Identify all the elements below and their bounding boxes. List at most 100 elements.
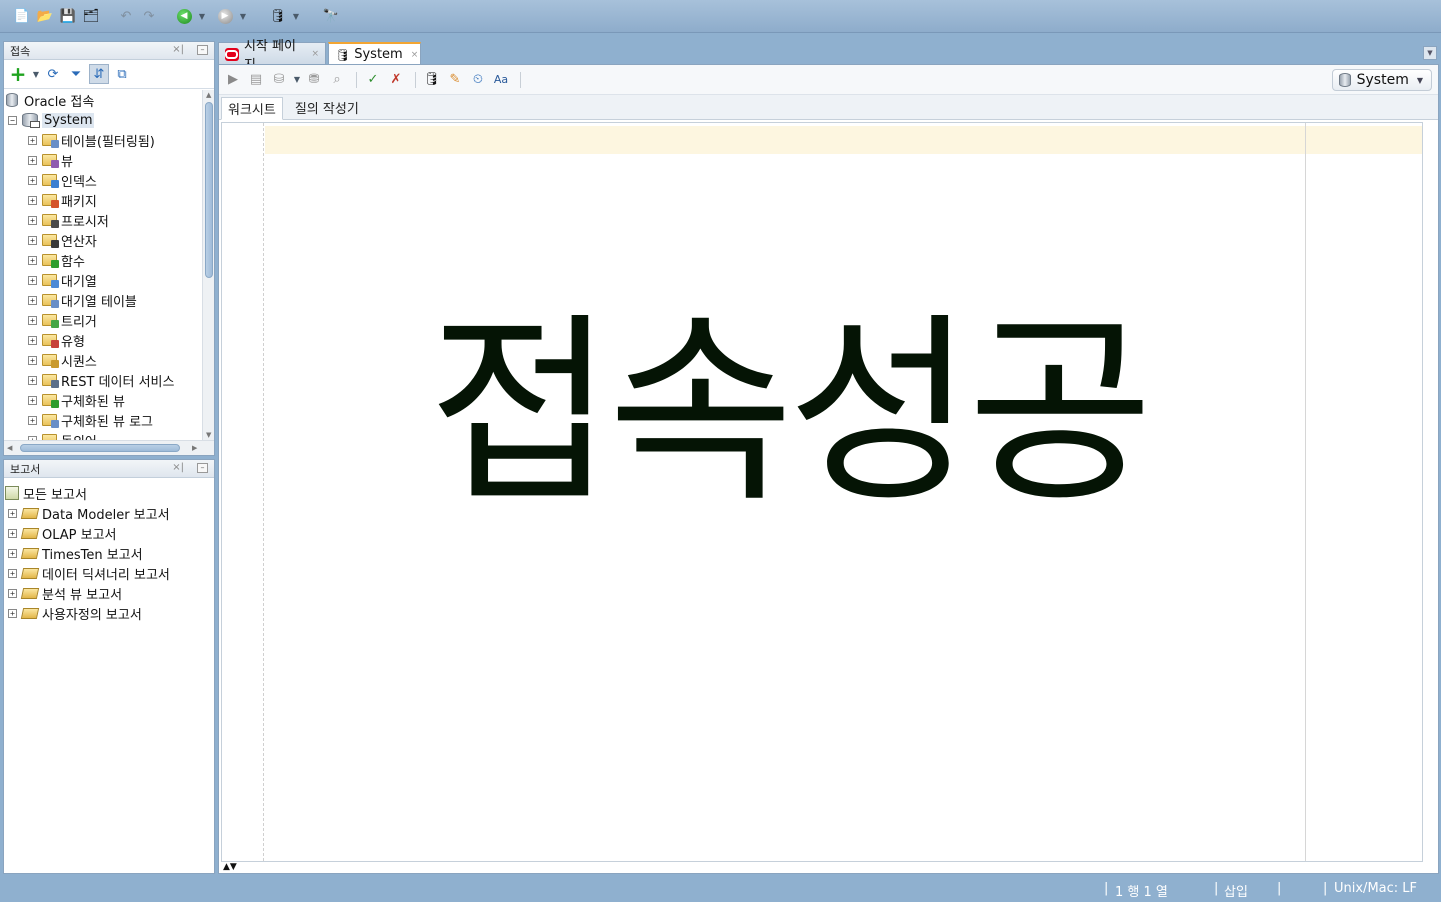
scrollbar-thumb[interactable] [205, 102, 213, 278]
close-icon[interactable]: ×| [172, 462, 184, 473]
sql-worksheet-dropdown-icon[interactable]: ▼ [291, 6, 301, 26]
expand-icon[interactable]: + [8, 588, 17, 598]
expand-icon[interactable]: + [8, 608, 17, 618]
run-script-icon[interactable]: ▤ [246, 70, 266, 90]
history-icon[interactable]: ⏲ [468, 70, 488, 90]
add-connection-icon[interactable]: + [8, 62, 28, 86]
expand-icon[interactable]: + [28, 315, 37, 325]
commit-icon[interactable]: ⛁ [269, 70, 289, 90]
open-icon[interactable]: 📂 [35, 6, 55, 26]
expand-icon[interactable]: + [28, 275, 37, 285]
manage-connections-icon[interactable]: ⧉ [112, 64, 132, 84]
scroll-down-icon[interactable]: ▼ [206, 431, 211, 439]
expand-icon[interactable]: + [28, 135, 37, 145]
horizontal-scrollbar[interactable]: ◀ ▶ [4, 440, 214, 455]
expand-icon[interactable]: + [28, 295, 37, 305]
tree-node-schema-object[interactable]: + 대기열 [4, 270, 202, 290]
schema-browser-icon[interactable]: ⇵ [89, 64, 109, 84]
rollback-icon[interactable]: ⛃ [304, 70, 324, 90]
expand-icon[interactable]: + [28, 155, 37, 165]
minimize-icon[interactable]: – [197, 45, 208, 55]
format-case-icon[interactable]: Aa [491, 70, 511, 90]
scroll-up-icon[interactable]: ▲ [206, 91, 211, 99]
explain-plan-icon[interactable]: ⌕ [327, 70, 347, 90]
expand-icon[interactable]: + [28, 235, 37, 245]
tree-node-system-connection[interactable]: − System [4, 110, 202, 130]
tree-node-schema-object[interactable]: + REST 데이터 서비스 [4, 370, 202, 390]
close-icon[interactable]: × [411, 50, 419, 60]
expand-icon[interactable]: + [28, 215, 37, 225]
tree-node-schema-object[interactable]: + 구체화된 뷰 로그 [4, 410, 202, 430]
tree-node-schema-object[interactable]: +동의어 [4, 430, 202, 440]
sql-worksheet-icon[interactable]: 🛢 [268, 6, 288, 26]
find-icon[interactable]: 🔭 [321, 6, 341, 26]
tree-node-report-folder[interactable]: + 분석 뷰 보고서 [4, 583, 214, 603]
clear-icon[interactable]: ✗ [386, 70, 406, 90]
refresh-icon[interactable]: ⟳ [43, 64, 63, 84]
run-statement-icon[interactable]: ▶ [223, 70, 243, 90]
redo-icon[interactable]: ↷ [139, 6, 159, 26]
scroll-right-icon[interactable]: ▶ [192, 444, 197, 452]
expand-icon[interactable]: + [28, 195, 37, 205]
expand-icon[interactable]: + [8, 508, 17, 518]
expand-icon[interactable]: + [28, 255, 37, 265]
tree-node-schema-object[interactable]: + 뷰 [4, 150, 202, 170]
tree-node-schema-object[interactable]: + 시퀀스 [4, 350, 202, 370]
expand-icon[interactable]: + [8, 548, 17, 558]
tree-node-schema-object[interactable]: + 패키지 [4, 190, 202, 210]
add-connection-dropdown-icon[interactable]: ▼ [31, 64, 41, 84]
tree-node-schema-object[interactable]: + 유형 [4, 330, 202, 350]
expand-icon[interactable]: + [28, 335, 37, 345]
tree-node-schema-object[interactable]: + 대기열 테이블 [4, 290, 202, 310]
tree-node-schema-object[interactable]: + 인덱스 [4, 170, 202, 190]
tree-root-oracle-connections[interactable]: Oracle 접속 [4, 90, 202, 110]
tab-system-worksheet[interactable]: 🛢 System × [328, 42, 421, 65]
connection-selector[interactable]: System ▼ [1331, 69, 1432, 91]
sql-editor-text-area[interactable]: 접속성공 [221, 122, 1423, 862]
tree-node-report-folder[interactable]: + OLAP 보고서 [4, 523, 214, 543]
scroll-left-icon[interactable]: ◀ [7, 444, 12, 452]
tab-start-page[interactable]: 시작 페이지 × [218, 39, 326, 73]
vertical-scrollbar[interactable]: ▲ ▼ [202, 90, 214, 440]
expand-icon[interactable]: + [28, 355, 37, 365]
forward-icon[interactable]: ▶ [215, 6, 235, 26]
tree-node-schema-object[interactable]: + 테이블(필터링됨) [4, 130, 202, 150]
back-icon[interactable]: ◀ [174, 6, 194, 26]
tab-worksheet[interactable]: 워크시트 [221, 97, 283, 120]
minimize-icon[interactable]: – [197, 463, 208, 473]
tree-node-report-folder[interactable]: + 데이터 딕셔너리 보고서 [4, 563, 214, 583]
tree-node-report-folder[interactable]: + TimesTen 보고서 [4, 543, 214, 563]
close-icon[interactable]: ×| [172, 44, 184, 55]
scrollbar-thumb[interactable] [20, 444, 180, 452]
sql-tuning-icon[interactable]: 🛢 [422, 70, 442, 90]
tree-node-schema-object[interactable]: + 구체화된 뷰 [4, 390, 202, 410]
tree-node-schema-object[interactable]: + 프로시저 [4, 210, 202, 230]
save-icon[interactable]: 💾 [58, 6, 78, 26]
tree-node-schema-object[interactable]: + 연산자 [4, 230, 202, 250]
save-all-icon[interactable]: 🗂 [81, 6, 101, 26]
expand-icon[interactable]: + [8, 528, 17, 538]
close-icon[interactable]: × [311, 49, 319, 59]
expand-icon[interactable]: + [28, 395, 37, 405]
filter-icon[interactable]: ⏷ [66, 64, 86, 84]
tree-node-report-folder[interactable]: + 사용자정의 보고서 [4, 603, 214, 623]
collapse-icon[interactable]: − [8, 115, 17, 125]
back-dropdown-icon[interactable]: ▼ [197, 6, 207, 26]
expand-icon[interactable]: + [28, 375, 37, 385]
expand-icon[interactable]: + [8, 568, 17, 578]
expand-icon[interactable]: + [28, 175, 37, 185]
tab-query-builder[interactable]: 질의 작성기 [289, 96, 365, 119]
tree-node-schema-object[interactable]: + 함수 [4, 250, 202, 270]
tab-list-dropdown-icon[interactable]: ▼ [1423, 46, 1437, 60]
tree-node-schema-object[interactable]: + 트리거 [4, 310, 202, 330]
commit-dropdown-icon[interactable]: ▼ [292, 70, 302, 90]
eraser-icon[interactable]: ✎ [445, 70, 465, 90]
expand-icon[interactable]: + [28, 415, 37, 425]
forward-dropdown-icon[interactable]: ▼ [238, 6, 248, 26]
tree-root-all-reports[interactable]: 모든 보고서 [4, 483, 214, 503]
tree-node-report-folder[interactable]: + Data Modeler 보고서 [4, 503, 214, 523]
new-icon[interactable]: 📄 [12, 6, 32, 26]
split-editor-icon[interactable]: ▲▼ [223, 862, 237, 872]
undo-icon[interactable]: ↶ [116, 6, 136, 26]
autotrace-icon[interactable]: ✓ [363, 70, 383, 90]
